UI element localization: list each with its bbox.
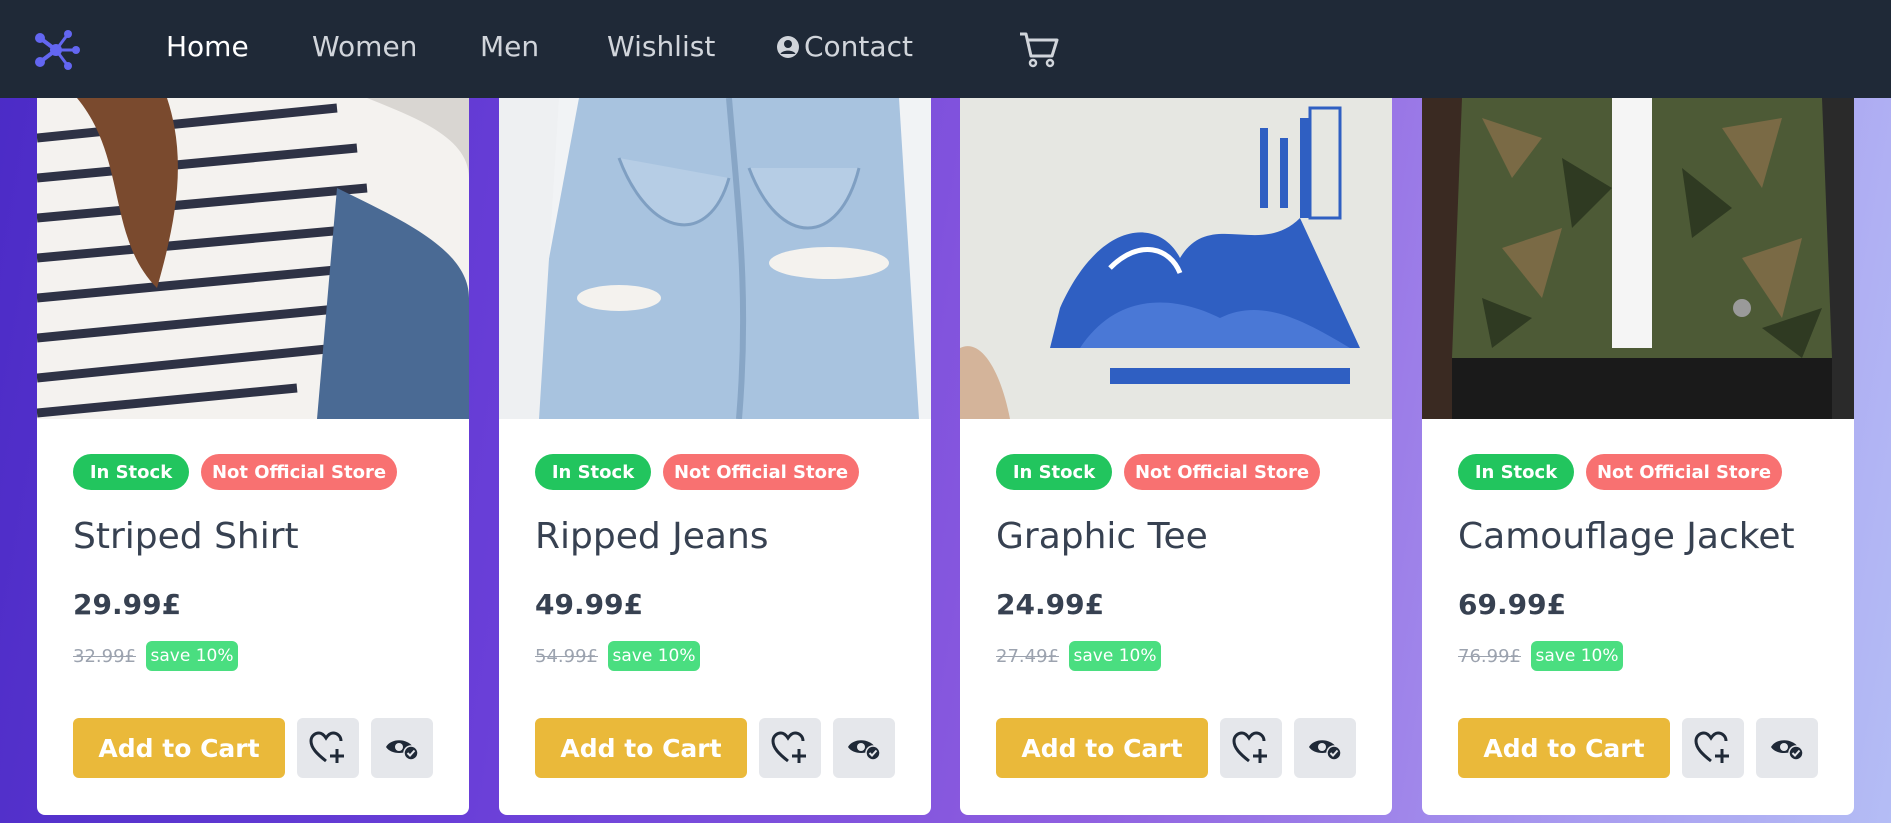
add-to-cart-button[interactable]: Add to Cart (535, 718, 747, 778)
product-title[interactable]: Ripped Jeans (535, 516, 769, 557)
nav-home[interactable]: Home (166, 30, 249, 63)
nav-wishlist[interactable]: Wishlist (607, 30, 715, 63)
product-title[interactable]: Graphic Tee (996, 516, 1208, 557)
save-badge: save 10% (1069, 641, 1161, 671)
in-stock-badge: In Stock (535, 454, 651, 490)
not-official-store-badge: Not Official Store (1124, 454, 1320, 490)
heart-plus-icon (771, 731, 806, 763)
quick-view-button[interactable] (1294, 718, 1356, 778)
add-to-cart-button[interactable]: Add to Cart (1458, 718, 1670, 778)
old-price: 76.99£ (1458, 646, 1521, 667)
old-price: 32.99£ (73, 646, 136, 667)
heart-plus-icon (309, 731, 344, 763)
add-to-wishlist-button[interactable] (297, 718, 359, 778)
in-stock-badge: In Stock (1458, 454, 1574, 490)
product-card: In Stock Not Official Store Ripped Jeans… (499, 98, 931, 815)
not-official-store-badge: Not Official Store (201, 454, 397, 490)
eye-check-icon (1309, 740, 1342, 761)
navbar: Home Women Men Wishlist Contact (0, 0, 1891, 98)
old-price: 27.49£ (996, 646, 1059, 667)
add-to-wishlist-button[interactable] (759, 718, 821, 778)
nav-men[interactable]: Men (480, 30, 539, 63)
logo-icon[interactable] (32, 28, 82, 72)
quick-view-button[interactable] (371, 718, 433, 778)
product-image-graphic-tee[interactable] (960, 98, 1392, 419)
old-price: 54.99£ (535, 646, 598, 667)
in-stock-badge: In Stock (73, 454, 189, 490)
product-image-ripped-jeans[interactable] (499, 98, 931, 419)
add-to-cart-button[interactable]: Add to Cart (73, 718, 285, 778)
user-circle-icon (777, 35, 799, 58)
product-title[interactable]: Striped Shirt (73, 516, 299, 557)
heart-plus-icon (1694, 731, 1729, 763)
quick-view-button[interactable] (1756, 718, 1818, 778)
add-to-cart-button[interactable]: Add to Cart (996, 718, 1208, 778)
product-card: In Stock Not Official Store Camouflage J… (1422, 98, 1854, 815)
product-card: In Stock Not Official Store Striped Shir… (37, 98, 469, 815)
product-price: 49.99£ (535, 588, 644, 621)
not-official-store-badge: Not Official Store (663, 454, 859, 490)
add-to-wishlist-button[interactable] (1682, 718, 1744, 778)
heart-plus-icon (1232, 731, 1267, 763)
save-badge: save 10% (608, 641, 700, 671)
product-price: 29.99£ (73, 588, 182, 621)
product-price: 69.99£ (1458, 588, 1567, 621)
nav-contact[interactable]: Contact (776, 30, 913, 63)
quick-view-button[interactable] (833, 718, 895, 778)
save-badge: save 10% (146, 641, 238, 671)
in-stock-badge: In Stock (996, 454, 1112, 490)
save-badge: save 10% (1531, 641, 1623, 671)
eye-check-icon (1771, 740, 1804, 761)
eye-check-icon (848, 740, 881, 761)
product-image-striped-shirt[interactable] (37, 98, 469, 419)
product-image-camouflage-jacket[interactable] (1422, 98, 1854, 419)
eye-check-icon (386, 740, 419, 761)
nav-contact-label: Contact (804, 30, 913, 63)
product-price: 24.99£ (996, 588, 1105, 621)
add-to-wishlist-button[interactable] (1220, 718, 1282, 778)
product-title[interactable]: Camouflage Jacket (1458, 516, 1795, 557)
cart-icon[interactable] (1018, 30, 1060, 68)
nav-women[interactable]: Women (312, 30, 417, 63)
product-card: In Stock Not Official Store Graphic Tee … (960, 98, 1392, 815)
not-official-store-badge: Not Official Store (1586, 454, 1782, 490)
